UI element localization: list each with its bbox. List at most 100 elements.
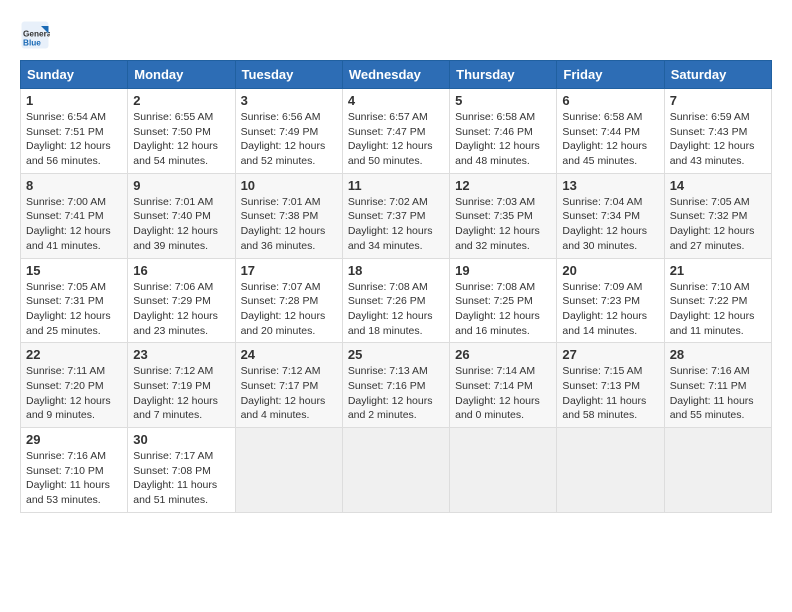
calendar-week-row: 22 Sunrise: 7:11 AMSunset: 7:20 PMDaylig… xyxy=(21,343,772,428)
header-tuesday: Tuesday xyxy=(235,61,342,89)
day-info: Sunrise: 7:00 AMSunset: 7:41 PMDaylight:… xyxy=(26,195,122,254)
calendar-cell: 14 Sunrise: 7:05 AMSunset: 7:32 PMDaylig… xyxy=(664,173,771,258)
weekday-header-row: Sunday Monday Tuesday Wednesday Thursday… xyxy=(21,61,772,89)
day-number: 26 xyxy=(455,347,551,362)
calendar-cell: 24 Sunrise: 7:12 AMSunset: 7:17 PMDaylig… xyxy=(235,343,342,428)
calendar-cell: 3 Sunrise: 6:56 AMSunset: 7:49 PMDayligh… xyxy=(235,89,342,174)
calendar-week-row: 1 Sunrise: 6:54 AMSunset: 7:51 PMDayligh… xyxy=(21,89,772,174)
header: General Blue xyxy=(20,20,772,50)
calendar-cell: 11 Sunrise: 7:02 AMSunset: 7:37 PMDaylig… xyxy=(342,173,449,258)
svg-text:Blue: Blue xyxy=(23,39,41,48)
day-info: Sunrise: 7:05 AMSunset: 7:31 PMDaylight:… xyxy=(26,280,122,339)
day-info: Sunrise: 7:06 AMSunset: 7:29 PMDaylight:… xyxy=(133,280,229,339)
day-info: Sunrise: 7:04 AMSunset: 7:34 PMDaylight:… xyxy=(562,195,658,254)
day-number: 3 xyxy=(241,93,337,108)
day-info: Sunrise: 6:59 AMSunset: 7:43 PMDaylight:… xyxy=(670,110,766,169)
header-friday: Friday xyxy=(557,61,664,89)
day-info: Sunrise: 7:13 AMSunset: 7:16 PMDaylight:… xyxy=(348,364,444,423)
day-info: Sunrise: 7:01 AMSunset: 7:38 PMDaylight:… xyxy=(241,195,337,254)
calendar-cell: 30 Sunrise: 7:17 AMSunset: 7:08 PMDaylig… xyxy=(128,428,235,513)
day-info: Sunrise: 7:15 AMSunset: 7:13 PMDaylight:… xyxy=(562,364,658,423)
calendar-cell: 1 Sunrise: 6:54 AMSunset: 7:51 PMDayligh… xyxy=(21,89,128,174)
day-info: Sunrise: 6:58 AMSunset: 7:46 PMDaylight:… xyxy=(455,110,551,169)
day-info: Sunrise: 7:03 AMSunset: 7:35 PMDaylight:… xyxy=(455,195,551,254)
calendar-week-row: 8 Sunrise: 7:00 AMSunset: 7:41 PMDayligh… xyxy=(21,173,772,258)
calendar-cell: 2 Sunrise: 6:55 AMSunset: 7:50 PMDayligh… xyxy=(128,89,235,174)
logo-icon: General Blue xyxy=(20,20,50,50)
header-monday: Monday xyxy=(128,61,235,89)
day-number: 20 xyxy=(562,263,658,278)
day-number: 1 xyxy=(26,93,122,108)
calendar-cell: 10 Sunrise: 7:01 AMSunset: 7:38 PMDaylig… xyxy=(235,173,342,258)
calendar-cell: 23 Sunrise: 7:12 AMSunset: 7:19 PMDaylig… xyxy=(128,343,235,428)
calendar-cell: 9 Sunrise: 7:01 AMSunset: 7:40 PMDayligh… xyxy=(128,173,235,258)
calendar-cell xyxy=(450,428,557,513)
day-info: Sunrise: 7:14 AMSunset: 7:14 PMDaylight:… xyxy=(455,364,551,423)
day-number: 13 xyxy=(562,178,658,193)
day-info: Sunrise: 7:05 AMSunset: 7:32 PMDaylight:… xyxy=(670,195,766,254)
day-number: 4 xyxy=(348,93,444,108)
calendar-cell: 28 Sunrise: 7:16 AMSunset: 7:11 PMDaylig… xyxy=(664,343,771,428)
calendar-cell xyxy=(557,428,664,513)
day-number: 29 xyxy=(26,432,122,447)
day-info: Sunrise: 7:11 AMSunset: 7:20 PMDaylight:… xyxy=(26,364,122,423)
day-number: 14 xyxy=(670,178,766,193)
calendar-cell: 19 Sunrise: 7:08 AMSunset: 7:25 PMDaylig… xyxy=(450,258,557,343)
day-info: Sunrise: 6:57 AMSunset: 7:47 PMDaylight:… xyxy=(348,110,444,169)
calendar-cell: 27 Sunrise: 7:15 AMSunset: 7:13 PMDaylig… xyxy=(557,343,664,428)
day-number: 7 xyxy=(670,93,766,108)
calendar-cell: 12 Sunrise: 7:03 AMSunset: 7:35 PMDaylig… xyxy=(450,173,557,258)
calendar-cell: 6 Sunrise: 6:58 AMSunset: 7:44 PMDayligh… xyxy=(557,89,664,174)
day-number: 9 xyxy=(133,178,229,193)
calendar-cell xyxy=(342,428,449,513)
day-number: 24 xyxy=(241,347,337,362)
day-number: 2 xyxy=(133,93,229,108)
calendar-cell: 20 Sunrise: 7:09 AMSunset: 7:23 PMDaylig… xyxy=(557,258,664,343)
day-info: Sunrise: 7:16 AMSunset: 7:10 PMDaylight:… xyxy=(26,449,122,508)
day-info: Sunrise: 7:12 AMSunset: 7:19 PMDaylight:… xyxy=(133,364,229,423)
calendar-cell: 21 Sunrise: 7:10 AMSunset: 7:22 PMDaylig… xyxy=(664,258,771,343)
day-number: 6 xyxy=(562,93,658,108)
day-number: 21 xyxy=(670,263,766,278)
day-number: 27 xyxy=(562,347,658,362)
day-number: 5 xyxy=(455,93,551,108)
day-info: Sunrise: 6:58 AMSunset: 7:44 PMDaylight:… xyxy=(562,110,658,169)
day-number: 30 xyxy=(133,432,229,447)
calendar-cell: 15 Sunrise: 7:05 AMSunset: 7:31 PMDaylig… xyxy=(21,258,128,343)
calendar-cell xyxy=(235,428,342,513)
day-info: Sunrise: 7:07 AMSunset: 7:28 PMDaylight:… xyxy=(241,280,337,339)
day-number: 12 xyxy=(455,178,551,193)
day-info: Sunrise: 7:09 AMSunset: 7:23 PMDaylight:… xyxy=(562,280,658,339)
day-number: 18 xyxy=(348,263,444,278)
calendar-cell: 8 Sunrise: 7:00 AMSunset: 7:41 PMDayligh… xyxy=(21,173,128,258)
day-number: 23 xyxy=(133,347,229,362)
header-thursday: Thursday xyxy=(450,61,557,89)
calendar-cell: 25 Sunrise: 7:13 AMSunset: 7:16 PMDaylig… xyxy=(342,343,449,428)
calendar-cell: 7 Sunrise: 6:59 AMSunset: 7:43 PMDayligh… xyxy=(664,89,771,174)
day-number: 15 xyxy=(26,263,122,278)
day-info: Sunrise: 7:02 AMSunset: 7:37 PMDaylight:… xyxy=(348,195,444,254)
day-number: 28 xyxy=(670,347,766,362)
day-info: Sunrise: 6:55 AMSunset: 7:50 PMDaylight:… xyxy=(133,110,229,169)
calendar-cell: 17 Sunrise: 7:07 AMSunset: 7:28 PMDaylig… xyxy=(235,258,342,343)
calendar-cell xyxy=(664,428,771,513)
day-number: 19 xyxy=(455,263,551,278)
day-info: Sunrise: 7:08 AMSunset: 7:26 PMDaylight:… xyxy=(348,280,444,339)
day-info: Sunrise: 6:54 AMSunset: 7:51 PMDaylight:… xyxy=(26,110,122,169)
day-info: Sunrise: 6:56 AMSunset: 7:49 PMDaylight:… xyxy=(241,110,337,169)
calendar-cell: 13 Sunrise: 7:04 AMSunset: 7:34 PMDaylig… xyxy=(557,173,664,258)
day-number: 8 xyxy=(26,178,122,193)
header-saturday: Saturday xyxy=(664,61,771,89)
day-info: Sunrise: 7:16 AMSunset: 7:11 PMDaylight:… xyxy=(670,364,766,423)
calendar-cell: 5 Sunrise: 6:58 AMSunset: 7:46 PMDayligh… xyxy=(450,89,557,174)
day-number: 22 xyxy=(26,347,122,362)
calendar-week-row: 15 Sunrise: 7:05 AMSunset: 7:31 PMDaylig… xyxy=(21,258,772,343)
day-number: 11 xyxy=(348,178,444,193)
day-info: Sunrise: 7:01 AMSunset: 7:40 PMDaylight:… xyxy=(133,195,229,254)
day-number: 16 xyxy=(133,263,229,278)
calendar-cell: 22 Sunrise: 7:11 AMSunset: 7:20 PMDaylig… xyxy=(21,343,128,428)
day-number: 17 xyxy=(241,263,337,278)
header-wednesday: Wednesday xyxy=(342,61,449,89)
calendar-week-row: 29 Sunrise: 7:16 AMSunset: 7:10 PMDaylig… xyxy=(21,428,772,513)
calendar-cell: 26 Sunrise: 7:14 AMSunset: 7:14 PMDaylig… xyxy=(450,343,557,428)
